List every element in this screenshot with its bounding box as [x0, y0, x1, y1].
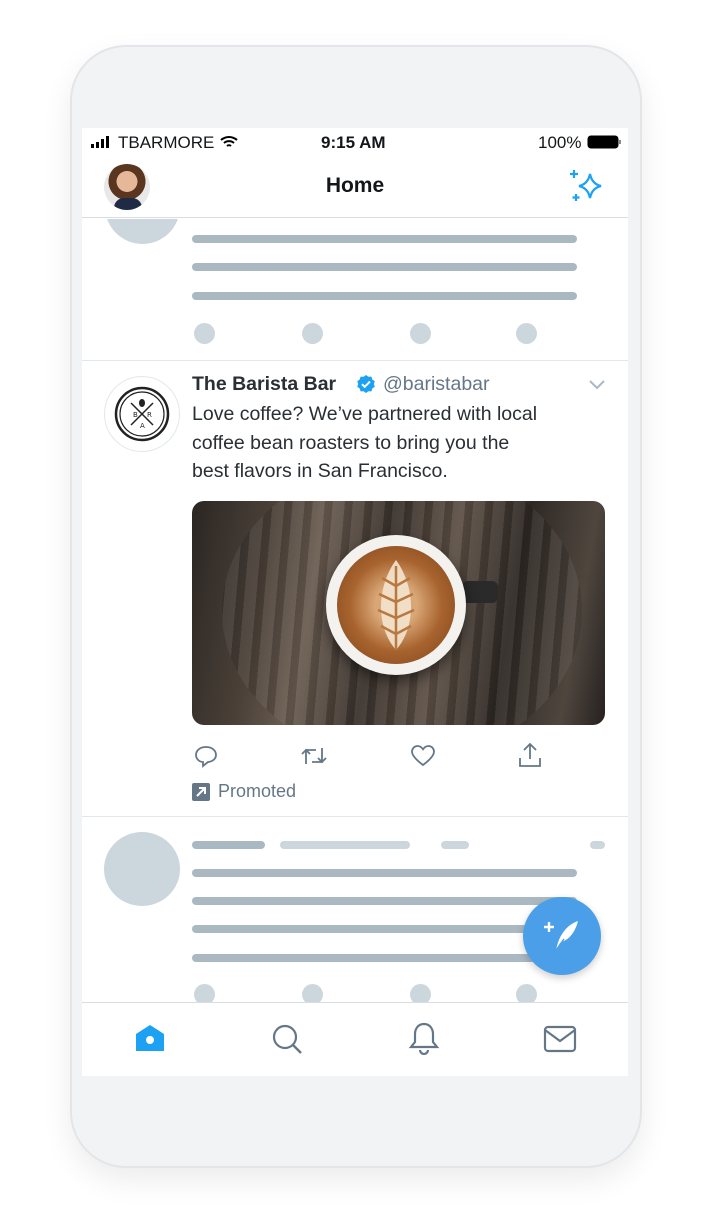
tweet-handle[interactable]: @baristabar — [383, 373, 490, 396]
chevron-down-icon[interactable] — [589, 380, 605, 390]
battery-percent: 100% — [538, 133, 582, 152]
notifications-icon[interactable] — [408, 1021, 440, 1055]
tweet-media-coffee-image[interactable] — [192, 501, 605, 725]
svg-text:R: R — [147, 411, 152, 419]
sparkle-icon[interactable] — [568, 168, 608, 204]
tweet-text-line: coffee bean roasters to bring you the — [192, 431, 510, 454]
skeleton-line — [192, 235, 577, 243]
skeleton-action — [194, 323, 215, 344]
share-icon[interactable] — [518, 742, 542, 768]
battery-icon — [587, 135, 621, 149]
promoted-label: Promoted — [218, 781, 297, 801]
tweet-author-name[interactable]: The Barista Bar — [192, 373, 336, 396]
wifi-icon — [220, 136, 238, 147]
skeleton-line — [441, 841, 469, 849]
skeleton-line — [192, 954, 577, 962]
tweet-text-line: best flavors in San Francisco. — [192, 460, 448, 482]
barista-logo-icon: B RA — [114, 386, 170, 442]
skeleton-line — [192, 897, 577, 905]
page-title: Home — [325, 174, 385, 197]
skeleton-line — [192, 841, 265, 849]
compose-tweet-button[interactable] — [523, 897, 601, 975]
status-bar: TBARMORE 9:15 AM 100% — [82, 128, 628, 156]
skeleton-action — [302, 323, 323, 344]
like-icon[interactable] — [410, 744, 436, 768]
reply-icon[interactable] — [194, 744, 218, 768]
tweet-text: Love coffee? We’ve partnered with local … — [192, 400, 537, 486]
skeleton-action — [516, 323, 537, 344]
skeleton-line — [192, 292, 577, 300]
skeleton-line — [192, 869, 577, 877]
promoted-icon — [192, 783, 210, 801]
svg-text:B: B — [133, 411, 138, 419]
screen: TBARMORE 9:15 AM 100% Home B RA The Baris… — [82, 128, 628, 1076]
skeleton-avatar — [104, 832, 180, 906]
tweet-avatar-logo[interactable]: B RA — [104, 376, 180, 452]
clock: 9:15 AM — [321, 133, 386, 152]
messages-icon[interactable] — [543, 1025, 577, 1053]
tab-bar — [82, 1002, 628, 1076]
retweet-icon[interactable] — [300, 744, 328, 768]
signal-icon — [91, 136, 109, 148]
skeleton-line — [280, 841, 410, 849]
compose-feather-icon — [544, 921, 578, 954]
search-icon[interactable] — [271, 1023, 303, 1055]
tweet-text-line: Love coffee? We’ve partnered with local — [192, 403, 538, 425]
skeleton-action — [410, 323, 431, 344]
skeleton-line — [192, 925, 577, 933]
skeleton-line — [192, 263, 577, 271]
carrier: TBARMORE — [118, 133, 215, 152]
home-icon[interactable] — [134, 1023, 166, 1053]
skeleton-line — [590, 841, 605, 849]
svg-text:A: A — [140, 422, 145, 430]
verified-badge-icon — [357, 375, 375, 393]
